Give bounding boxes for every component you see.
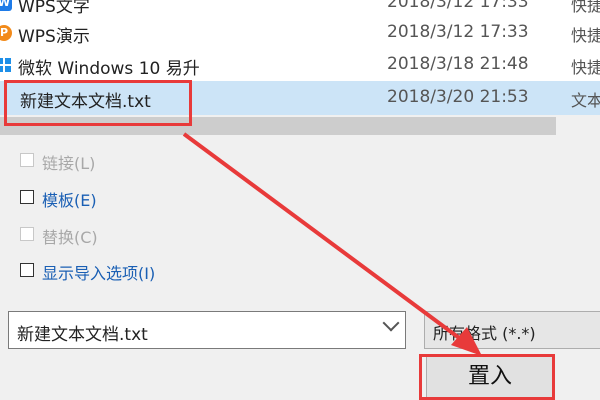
file-type: 快捷 — [571, 26, 600, 45]
file-type: 文本 — [571, 91, 600, 110]
presentation-icon: P — [0, 25, 12, 41]
filetype-value[interactable]: 所有格式 (*.*) — [433, 320, 536, 344]
insert-button[interactable]: 置入 — [426, 356, 554, 400]
file-name: WPS演示 — [18, 27, 90, 47]
chevron-down-icon[interactable] — [382, 314, 400, 332]
option-label[interactable]: 显示导入选项(I) — [42, 260, 155, 284]
file-row-windows-upgrade[interactable]: 微软 Windows 10 易升 2018/3/18 21:48 快捷 — [0, 50, 600, 80]
scrollbar-thumb[interactable] — [0, 117, 556, 135]
file-date: 2018/3/12 17:33 — [387, 0, 529, 12]
link-checkbox — [20, 153, 34, 167]
option-label: 链接(L) — [42, 154, 96, 173]
file-type: 快捷 — [571, 0, 600, 15]
replace-checkbox — [20, 227, 34, 241]
option-label: 替换(C) — [42, 228, 98, 247]
file-row-wps-presentation[interactable]: P WPS演示 2018/3/12 17:33 快捷 — [0, 18, 600, 48]
file-name: 新建文本文档.txt — [20, 92, 151, 112]
filename-value[interactable]: 新建文本文档.txt — [17, 320, 148, 345]
horizontal-scrollbar[interactable] — [0, 115, 600, 137]
file-row-wps-writer[interactable]: W WPS文字 2018/3/12 17:33 快捷 — [0, 0, 600, 18]
file-type: 快捷 — [571, 58, 600, 77]
file-name: WPS文字 — [18, 0, 90, 17]
template-checkbox[interactable] — [20, 190, 34, 204]
file-date: 2018/3/12 17:33 — [387, 22, 529, 42]
file-date: 2018/3/18 21:48 — [387, 54, 529, 74]
windows-icon — [0, 57, 12, 73]
file-row-new-text-document[interactable]: 新建文本文档.txt 2018/3/20 21:53 文本 — [0, 81, 600, 115]
file-name: 微软 Windows 10 易升 — [18, 59, 200, 79]
import-options-checkbox[interactable] — [20, 263, 34, 277]
word-icon: W — [0, 0, 12, 11]
filename-combobox[interactable]: 新建文本文档.txt — [8, 311, 406, 349]
filetype-dropdown[interactable]: 所有格式 (*.*) — [424, 311, 600, 349]
file-list[interactable]: W WPS文字 2018/3/12 17:33 快捷 P WPS演示 2018/… — [0, 0, 600, 115]
file-date: 2018/3/20 21:53 — [387, 87, 529, 107]
option-label[interactable]: 模板(E) — [42, 187, 97, 211]
